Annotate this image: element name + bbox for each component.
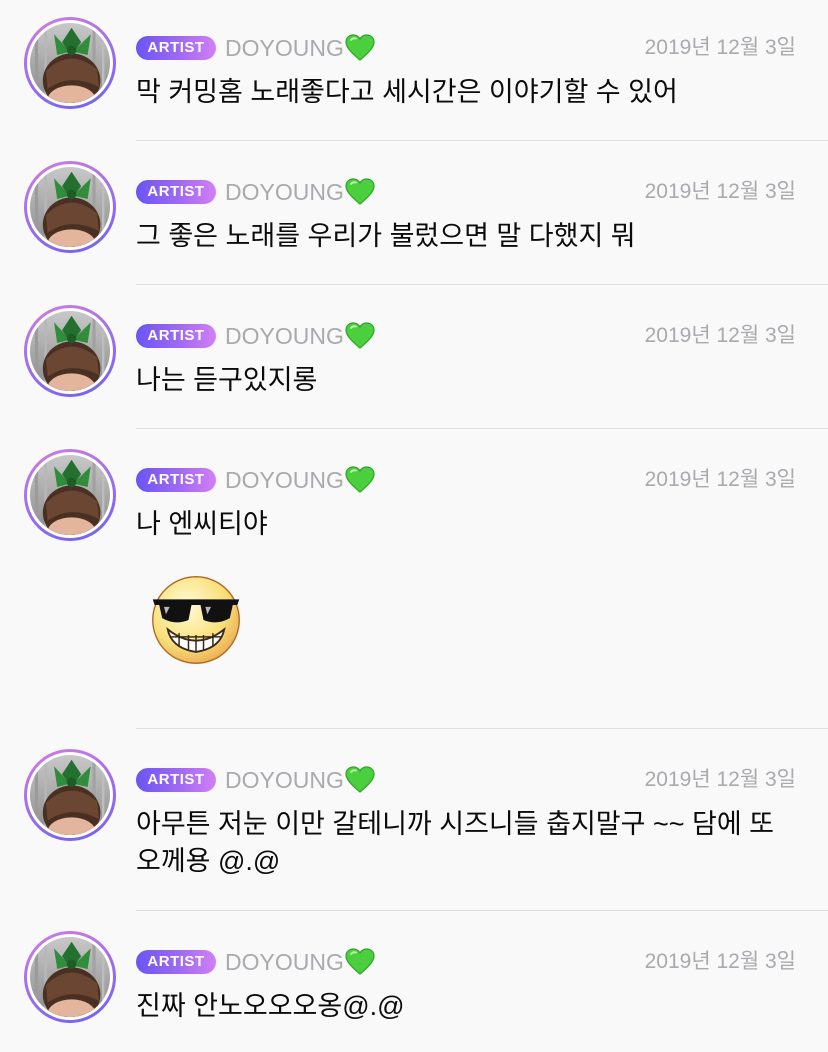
avatar-image: [27, 752, 113, 838]
message-header: ARTIST DOYOUNG 2019년 12월 3일: [136, 177, 796, 207]
author-name[interactable]: DOYOUNG: [225, 465, 344, 495]
author-name[interactable]: DOYOUNG: [225, 321, 344, 351]
message-header: ARTIST DOYOUNG 2019년 12월 3일: [136, 947, 796, 977]
message-text: 막 커밍홈 노래좋다고 세시간은 이야기할 수 있어: [136, 77, 678, 107]
artist-badge: ARTIST: [136, 324, 216, 348]
message-date: 2019년 12월 3일: [644, 180, 796, 203]
artist-badge: ARTIST: [136, 36, 216, 60]
message-text: 나 엔씨티야: [136, 509, 268, 539]
divider: [136, 728, 828, 729]
artist-badge: ARTIST: [136, 180, 216, 204]
message-header: ARTIST DOYOUNG 2019년 12월 3일: [136, 321, 796, 351]
green-heart-icon: [345, 178, 375, 205]
message-text: 진짜 안노오오오옹@.@: [136, 991, 405, 1021]
green-heart-icon: [345, 322, 375, 349]
avatar-image: [27, 452, 113, 538]
message-date: 2019년 12월 3일: [644, 324, 796, 347]
author-name[interactable]: DOYOUNG: [225, 177, 344, 207]
message-text: 나는 듣구있지롱: [136, 365, 318, 395]
green-heart-icon: [345, 948, 375, 975]
message-header: ARTIST DOYOUNG 2019년 12월 3일: [136, 465, 796, 495]
message-text: 아무튼 저눈 이만 갈테니까 시즈니들 춥지말구 ~~ 담에 또 오께용 @.@: [136, 809, 775, 876]
divider: [136, 140, 828, 141]
avatar[interactable]: [24, 749, 116, 841]
message-header: ARTIST DOYOUNG 2019년 12월 3일: [136, 33, 796, 63]
message-text: 그 좋은 노래를 우리가 불렀으면 말 다했지 뭐: [136, 221, 636, 251]
author-name[interactable]: DOYOUNG: [225, 765, 344, 795]
green-heart-icon: [345, 466, 375, 493]
green-heart-icon: [345, 766, 375, 793]
message-date: 2019년 12월 3일: [644, 468, 796, 491]
artist-badge: ARTIST: [136, 768, 216, 792]
message-header: ARTIST DOYOUNG 2019년 12월 3일: [136, 765, 796, 795]
avatar-image: [27, 934, 113, 1020]
avatar-image: [27, 164, 113, 250]
avatar-image: [27, 308, 113, 394]
message-date: 2019년 12월 3일: [644, 768, 796, 791]
message-date: 2019년 12월 3일: [644, 950, 796, 973]
author-name[interactable]: DOYOUNG: [225, 33, 344, 63]
divider: [136, 910, 828, 911]
avatar[interactable]: [24, 449, 116, 541]
green-heart-icon: [345, 34, 375, 61]
avatar[interactable]: [24, 931, 116, 1023]
avatar[interactable]: [24, 161, 116, 253]
avatar-image: [27, 20, 113, 106]
sunglasses-grin-emoji[interactable]: [149, 573, 243, 667]
author-name[interactable]: DOYOUNG: [225, 947, 344, 977]
divider: [136, 428, 828, 429]
artist-badge: ARTIST: [136, 950, 216, 974]
message-date: 2019년 12월 3일: [644, 36, 796, 59]
divider: [136, 284, 828, 285]
avatar[interactable]: [24, 305, 116, 397]
avatar[interactable]: [24, 17, 116, 109]
artist-badge: ARTIST: [136, 468, 216, 492]
